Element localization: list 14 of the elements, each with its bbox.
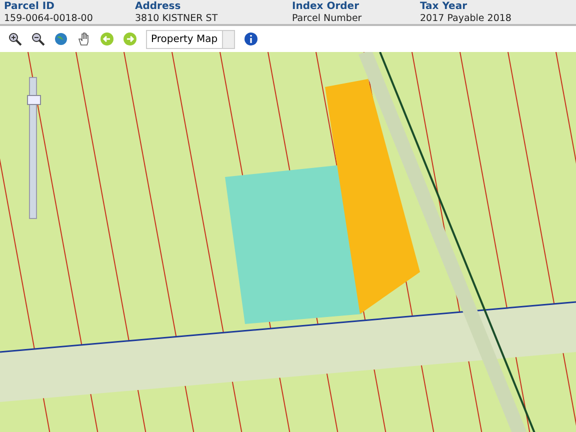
field-value: Parcel Number xyxy=(292,13,363,25)
hand-icon[interactable] xyxy=(77,32,91,46)
field-label: Address xyxy=(135,1,182,13)
field-value: 2017 Payable 2018 xyxy=(420,13,512,25)
field-value: 159-0064-0018-00 xyxy=(4,13,94,25)
layer-dropdown[interactable]: Property Map xyxy=(146,30,235,48)
globe-icon[interactable] xyxy=(54,32,68,46)
zoom-out-icon[interactable] xyxy=(31,32,45,46)
zoom-in-icon[interactable] xyxy=(8,32,22,46)
field-label: Tax Year xyxy=(420,1,468,13)
field-label: Index Order xyxy=(292,1,360,13)
field-value: 3810 KISTNER ST xyxy=(135,13,219,25)
field-label: Parcel ID xyxy=(4,1,56,13)
info-icon[interactable] xyxy=(244,32,258,46)
